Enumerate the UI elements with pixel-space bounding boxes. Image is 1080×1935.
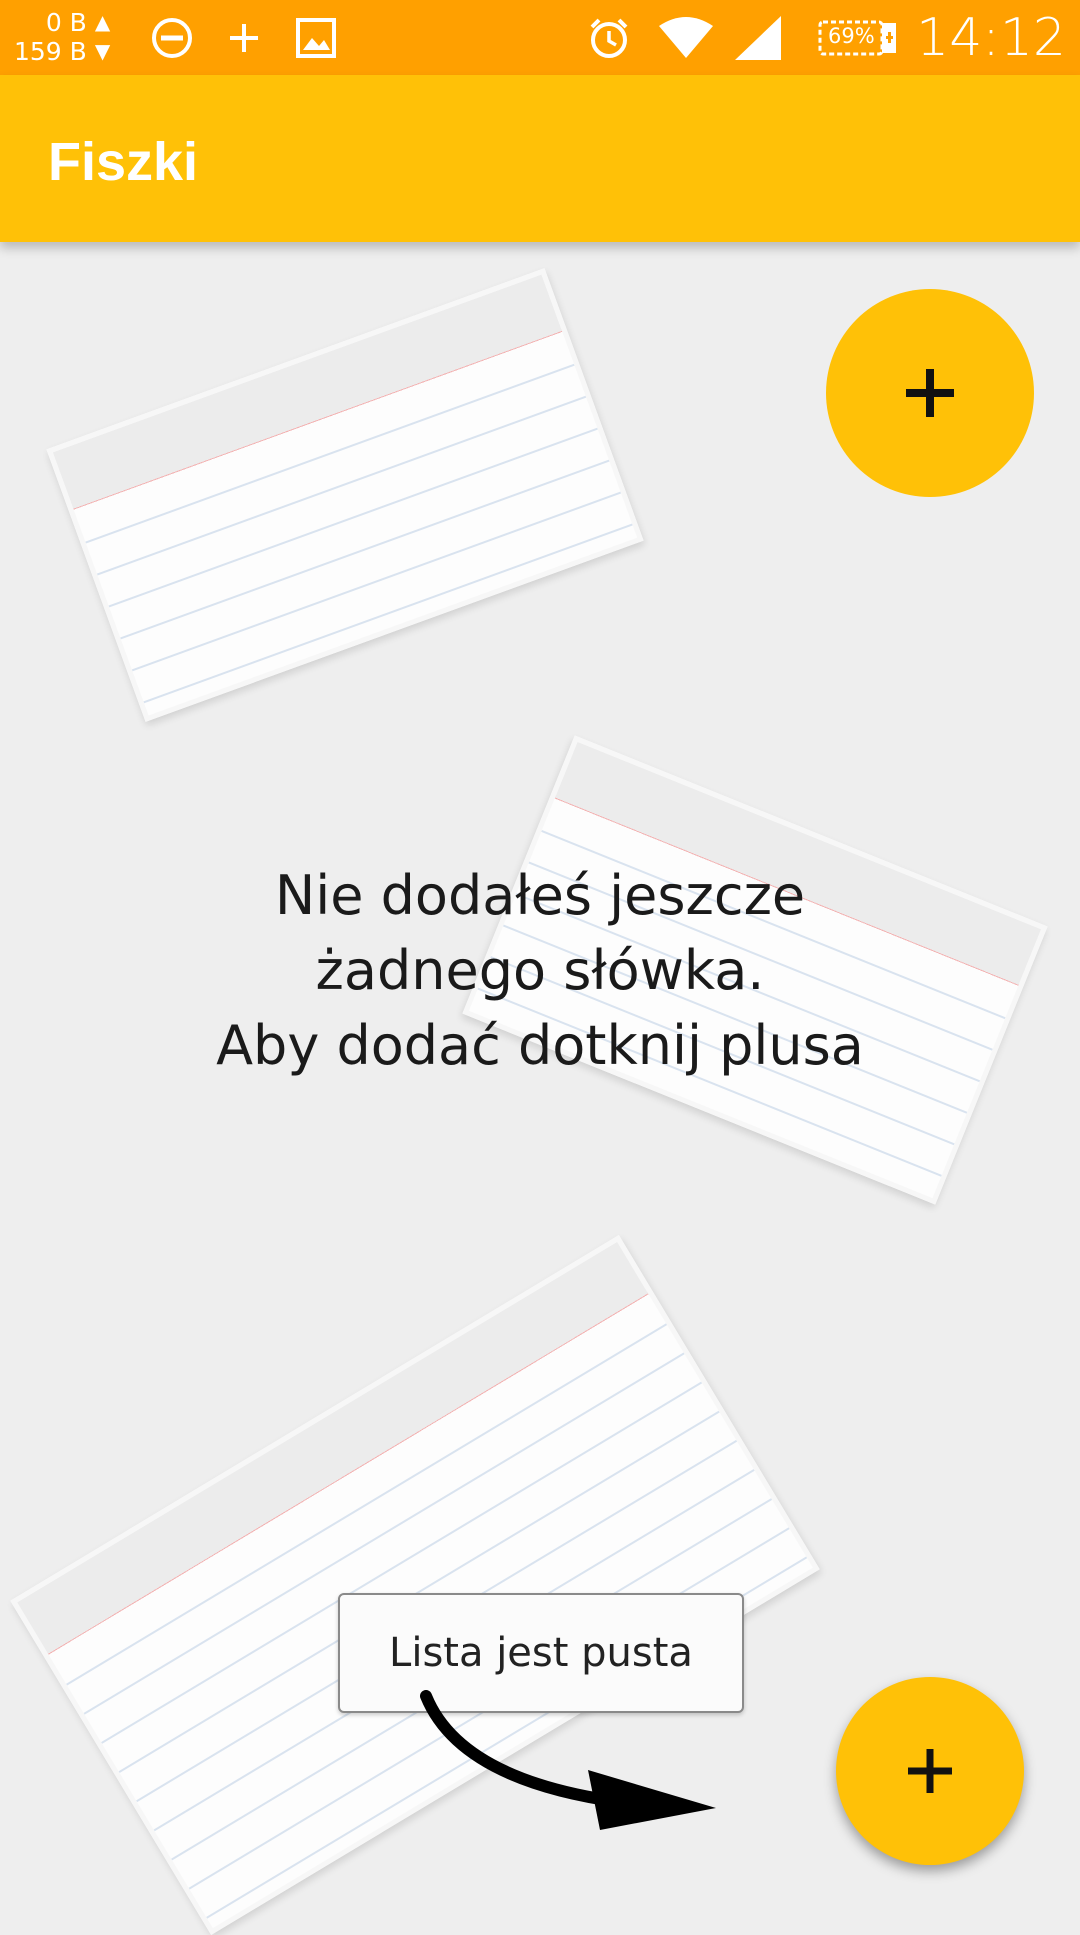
clock: 14:12: [916, 8, 1066, 68]
battery-percent: 69%: [828, 24, 875, 48]
flashcard-illustration: [46, 268, 644, 722]
empty-state-line: Nie dodałeś jeszcze: [274, 864, 806, 927]
empty-state-line: Aby dodać dotknij plusa: [216, 1014, 864, 1077]
dnd-icon: [148, 0, 196, 75]
wifi-icon: [656, 0, 716, 75]
alarm-icon: [584, 0, 634, 75]
empty-state-message: Nie dodałeś jeszcze żadnego słówka. Aby …: [150, 858, 930, 1083]
up-arrow-icon: ▲: [94, 10, 111, 34]
status-bar: 0 B ▲ 159 B ▼ 69% 14:12: [0, 0, 1080, 75]
battery-icon: 69%: [818, 20, 896, 56]
upload-speed: 0 B: [45, 8, 87, 37]
plus-icon: [906, 369, 954, 417]
signal-icon: [732, 0, 784, 75]
download-speed: 159 B: [14, 37, 87, 66]
image-icon: [292, 0, 340, 75]
add-word-button[interactable]: [836, 1677, 1024, 1865]
empty-state-line: żadnego słówka.: [315, 939, 765, 1002]
app-bar: Fiszki: [0, 75, 1080, 242]
network-speed: 0 B ▲ 159 B ▼: [14, 8, 110, 66]
arrow-icon: [420, 1690, 716, 1830]
app-title: Fiszki: [48, 132, 199, 192]
add-word-button-top[interactable]: [826, 289, 1034, 497]
plus-icon: [908, 1749, 952, 1793]
plus-icon: [222, 0, 266, 75]
down-arrow-icon: ▼: [94, 39, 111, 63]
